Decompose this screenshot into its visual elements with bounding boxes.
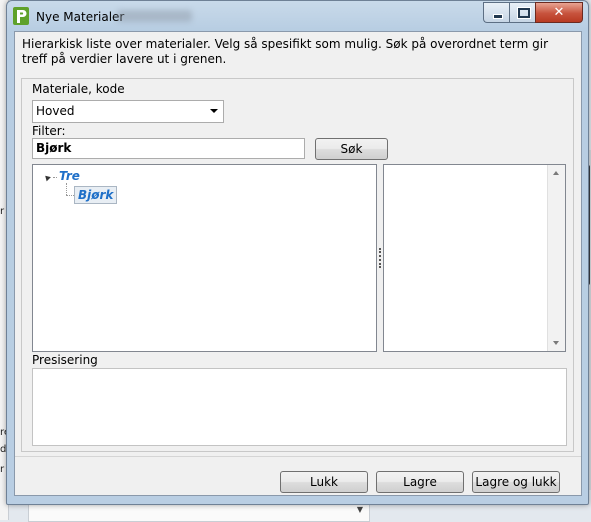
window-title: Nye Materialer	[36, 10, 125, 24]
material-tree[interactable]: Tre Bjørk	[32, 164, 377, 352]
minimize-icon	[493, 14, 503, 19]
title-redacted	[117, 10, 192, 22]
search-button[interactable]: Søk	[315, 138, 388, 160]
background-app-glyph: r	[0, 206, 5, 217]
tree-node-tre[interactable]: Tre	[59, 169, 80, 183]
footer-divider	[15, 456, 581, 457]
tree-collapse-icon[interactable]	[43, 173, 51, 182]
scroll-down-icon[interactable]	[553, 341, 559, 345]
title-bar[interactable]: Nye Materialer ✕	[7, 1, 588, 31]
detail-scrollbar[interactable]	[547, 165, 565, 351]
app-logo-icon	[13, 7, 29, 25]
save-and-close-button[interactable]: Lagre og lukk	[472, 471, 560, 493]
tree-connector	[53, 177, 57, 178]
dialog-description: Hierarkisk liste over materialer. Velg s…	[22, 37, 548, 66]
tree-connector	[66, 183, 67, 195]
material-detail-list[interactable]	[383, 164, 566, 352]
chevron-down-icon: ▼	[356, 505, 363, 514]
material-code-label: Materiale, kode	[32, 82, 125, 96]
maximize-icon	[518, 8, 530, 18]
filter-input[interactable]: Bjørk	[32, 138, 305, 159]
close-button[interactable]: Lukk	[280, 471, 368, 493]
close-window-button[interactable]: ✕	[535, 2, 583, 23]
chevron-down-icon	[210, 109, 218, 113]
maximize-button[interactable]	[509, 2, 536, 23]
filter-label: Filter:	[32, 124, 66, 138]
tree-connector	[66, 195, 74, 196]
background-app-glyph: r	[0, 464, 5, 475]
tree-node-bjork[interactable]: Bjørk	[74, 186, 118, 204]
material-code-select[interactable]: Hoved	[32, 100, 224, 123]
filter-input-value: Bjørk	[36, 141, 72, 155]
presisering-textarea[interactable]	[32, 368, 567, 446]
presisering-label: Presisering	[32, 353, 98, 367]
close-icon: ✕	[553, 5, 565, 20]
scroll-up-icon[interactable]	[553, 171, 559, 175]
dialog-window: Nye Materialer ✕ Hierarkisk liste over m…	[6, 0, 589, 505]
minimize-button[interactable]	[483, 2, 510, 23]
material-code-value: Hoved	[36, 104, 75, 118]
dialog-body: Hierarkisk liste over materialer. Velg s…	[14, 31, 582, 496]
save-button[interactable]: Lagre	[376, 471, 464, 493]
